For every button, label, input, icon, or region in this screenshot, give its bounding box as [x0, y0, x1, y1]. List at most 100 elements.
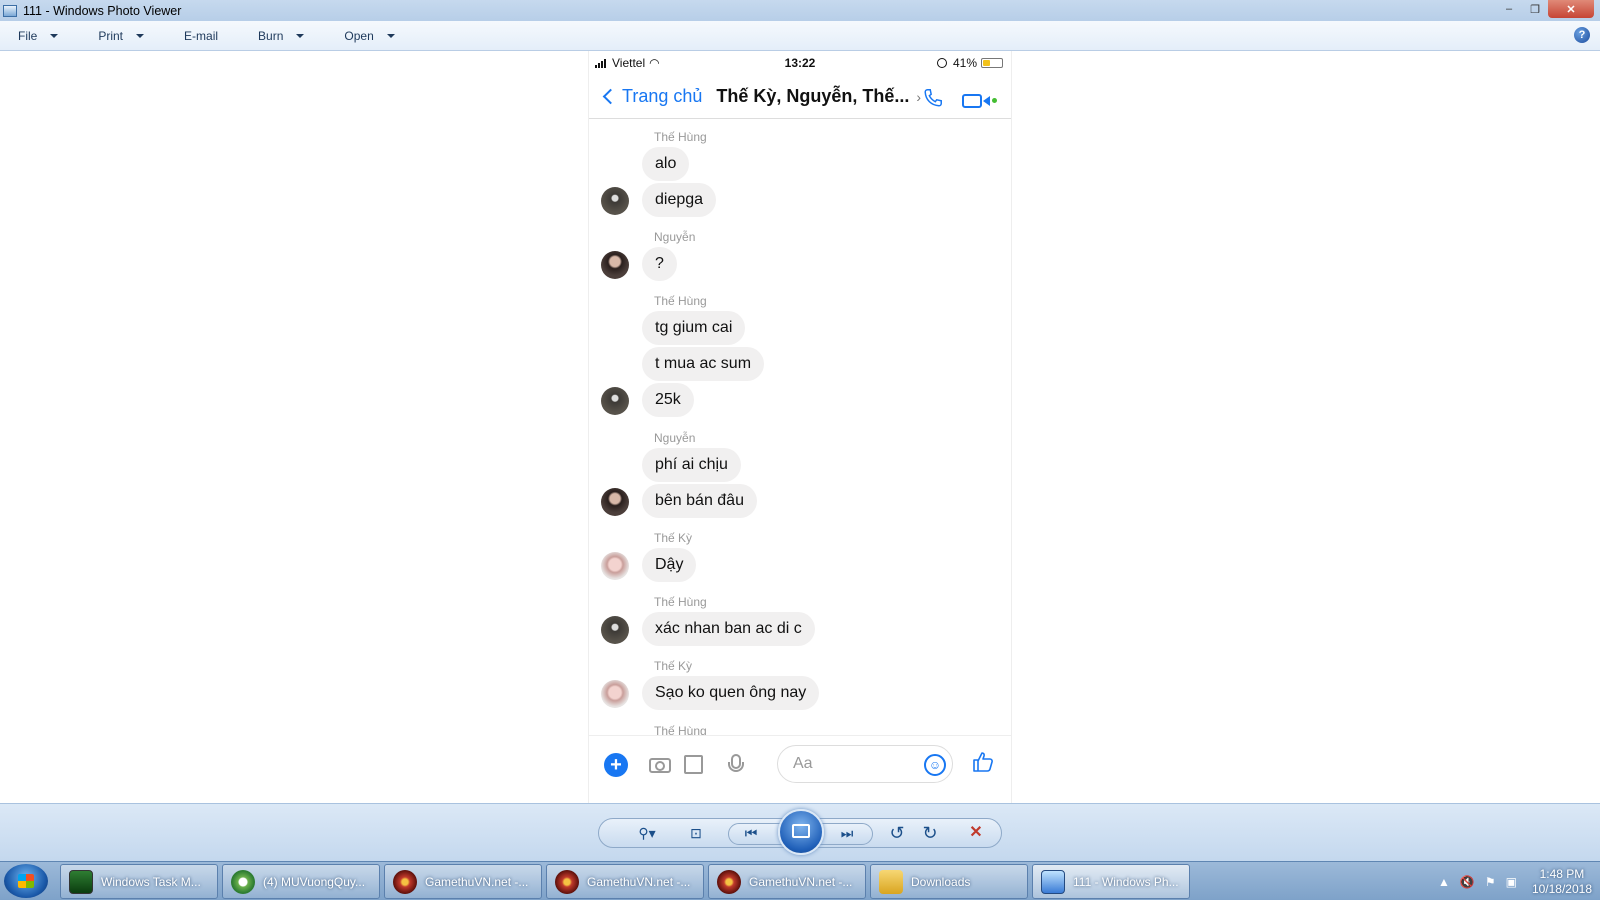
microphone-icon[interactable] — [724, 753, 748, 777]
clock-date: 10/18/2018 — [1531, 881, 1592, 896]
delete-icon[interactable]: ✕ — [965, 824, 987, 842]
message-bubble[interactable]: diepga — [642, 183, 717, 217]
chevron-down-icon — [136, 33, 145, 38]
taskbar-item-game-1[interactable]: GamethuVN.net -... — [384, 864, 542, 899]
sender-name: Nguyễn — [654, 431, 696, 445]
back-label: Trang chủ — [622, 86, 703, 106]
avatar[interactable] — [601, 552, 629, 580]
message-list: Thế Hùng alo diepga Nguyễn ? Thế Hùng tg… — [589, 120, 1011, 735]
folder-icon — [879, 869, 903, 894]
taskbar-item-label: Downloads — [911, 874, 971, 889]
emoji-icon[interactable]: ☺ — [924, 754, 946, 776]
photo-viewer-icon — [1041, 869, 1065, 894]
like-icon[interactable] — [971, 750, 995, 781]
rotate-counterclockwise-icon[interactable]: ↺ — [886, 824, 908, 842]
taskbar-item-photo-viewer[interactable]: 111 - Windows Ph... — [1032, 864, 1190, 899]
viewer-control-bar: ⚲▾ ⊡ ⏮ ⏭ ↺ ↻ ✕ — [0, 803, 1600, 861]
message-bubble[interactable]: Sạo ko quen ông nay — [642, 676, 820, 710]
sender-name: Thế Hùng — [654, 130, 707, 144]
taskbar-item-task-manager[interactable]: Windows Task M... — [60, 864, 218, 899]
slideshow-button[interactable] — [778, 809, 824, 855]
minimize-button[interactable]: – — [1496, 0, 1522, 18]
message-input-placeholder: Aa — [793, 755, 813, 772]
message-bubble[interactable]: phí ai chịu — [642, 448, 741, 482]
taskbar-item-label: (4) MUVuongQuy... — [263, 874, 366, 889]
taskbar-item-label: GamethuVN.net -... — [749, 874, 853, 889]
chevron-right-icon: › — [916, 88, 922, 105]
back-button[interactable]: Trang chủ — [601, 86, 702, 107]
menu-email[interactable]: E-mail — [176, 29, 226, 43]
taskbar-item-label: GamethuVN.net -... — [587, 874, 691, 889]
phone-call-icon[interactable] — [922, 87, 944, 114]
action-center-flag-icon[interactable]: ⚑ — [1485, 875, 1496, 889]
taskbar-item-label: 111 - Windows Ph... — [1073, 874, 1179, 889]
conversation-title[interactable]: Thế Kỳ, Nguyễn, Thế... — [716, 86, 909, 107]
avatar[interactable] — [601, 187, 629, 215]
game-icon — [393, 869, 417, 894]
start-button[interactable] — [4, 864, 48, 898]
menu-open[interactable]: Open — [336, 29, 402, 43]
menu-burn-label: Burn — [258, 28, 284, 43]
battery-icon — [981, 58, 1003, 68]
taskbar-item-game-3[interactable]: GamethuVN.net -... — [708, 864, 866, 899]
chevron-down-icon — [296, 33, 305, 38]
next-icon[interactable]: ⏭ — [836, 824, 858, 842]
menu-open-label: Open — [344, 28, 374, 43]
camera-icon[interactable] — [648, 753, 672, 777]
maximize-button[interactable]: ❐ — [1522, 0, 1548, 18]
taskbar-item-game-2[interactable]: GamethuVN.net -... — [546, 864, 704, 899]
show-hidden-icons-icon[interactable]: ▲ — [1438, 875, 1450, 889]
menu-print[interactable]: Print — [90, 29, 152, 43]
sender-name: Thế Hùng — [654, 595, 707, 609]
message-bubble[interactable]: Dậy — [642, 548, 697, 582]
taskbar: Windows Task M... (4) MUVuongQuy... Game… — [0, 861, 1600, 900]
menu-file[interactable]: File — [10, 29, 66, 43]
message-bubble[interactable]: t mua ac sum — [642, 347, 765, 381]
task-manager-icon — [69, 869, 93, 894]
help-icon[interactable]: ? — [1574, 27, 1590, 43]
sender-name: Thế Kỳ — [654, 659, 693, 673]
menu-burn[interactable]: Burn — [250, 29, 312, 43]
message-bubble[interactable]: 25k — [642, 383, 694, 417]
windows-logo-icon — [18, 874, 34, 888]
message-bubble[interactable]: bên bán đâu — [642, 484, 757, 518]
message-input[interactable]: Aa ☺ — [777, 745, 953, 783]
previous-icon[interactable]: ⏮ — [740, 824, 762, 842]
browser-icon — [231, 869, 255, 894]
message-bubble[interactable]: ? — [642, 247, 677, 281]
clock[interactable]: 1:48 PM 10/18/2018 — [1532, 867, 1592, 897]
volume-muted-icon[interactable]: 🔇 — [1460, 875, 1475, 889]
window-controls: – ❐ ✕ — [1496, 0, 1594, 18]
clock-time: 1:48 PM — [1539, 866, 1585, 881]
window-title: 111 - Windows Photo Viewer — [23, 3, 182, 18]
network-icon[interactable]: ▣ — [1506, 875, 1517, 889]
avatar[interactable] — [601, 251, 629, 279]
avatar[interactable] — [601, 616, 629, 644]
menu-email-label: E-mail — [184, 28, 219, 43]
menu-file-label: File — [18, 28, 38, 43]
image-viewer: Viettel ◠ 13:22 41% Trang chủ Thế Kỳ, Ng… — [0, 51, 1600, 803]
sender-name: Thế Hùng — [654, 294, 707, 308]
system-tray: ▲ 🔇 ⚑ ▣ 1:48 PM 10/18/2018 — [1433, 862, 1592, 900]
game-icon — [555, 869, 579, 894]
avatar[interactable] — [601, 488, 629, 516]
plus-icon[interactable]: + — [604, 753, 628, 777]
zoom-icon[interactable]: ⚲▾ — [630, 824, 664, 842]
message-bubble[interactable]: alo — [642, 147, 690, 181]
avatar[interactable] — [601, 680, 629, 708]
chevron-down-icon — [50, 33, 59, 38]
phone-status-bar: Viettel ◠ 13:22 41% — [589, 51, 1011, 75]
message-bubble[interactable]: xác nhan ban ac di c — [642, 612, 815, 646]
close-button[interactable]: ✕ — [1548, 0, 1594, 18]
rotation-lock-icon — [936, 58, 947, 68]
message-bubble[interactable]: tg gium cai — [642, 311, 746, 345]
avatar[interactable] — [601, 387, 629, 415]
taskbar-item-downloads[interactable]: Downloads — [870, 864, 1028, 899]
fit-to-window-icon[interactable]: ⊡ — [685, 824, 707, 842]
slideshow-icon — [792, 824, 810, 838]
menu-print-label: Print — [98, 28, 124, 43]
image-icon[interactable] — [682, 753, 706, 777]
taskbar-item-browser[interactable]: (4) MUVuongQuy... — [222, 864, 380, 899]
video-call-icon[interactable] — [962, 93, 997, 108]
rotate-clockwise-icon[interactable]: ↻ — [919, 824, 941, 842]
